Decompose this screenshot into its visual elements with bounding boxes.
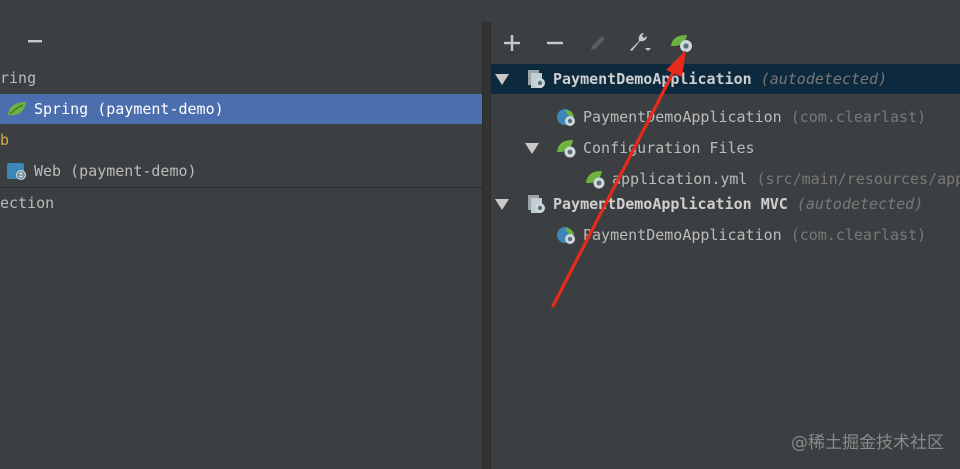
facet-item-label: Web (payment-demo) [34, 162, 197, 180]
watermark: @稀土掘金技术社区 [791, 433, 944, 453]
tree-path: (src/main/resources/app [756, 170, 960, 188]
spring-config-icon[interactable] [669, 30, 695, 56]
yml-config-icon [584, 168, 606, 190]
tree-row-context-1[interactable]: PaymentDemoApplication (autodetected) [495, 64, 887, 94]
tree-label: PaymentDemoApplication [583, 108, 782, 126]
facet-group-web[interactable]: b [0, 125, 482, 155]
tree-row-config-files[interactable]: Configuration Files [525, 133, 755, 163]
facet-group-spring[interactable]: ring [0, 63, 482, 93]
panel-splitter[interactable] [482, 22, 491, 469]
expand-triangle-icon[interactable] [495, 73, 509, 85]
expand-triangle-icon[interactable] [495, 198, 509, 210]
spring-contexts-panel: PaymentDemoApplication (autodetected) Pa… [491, 22, 960, 469]
edit-icon[interactable] [585, 30, 611, 56]
facet-group-label: ection [0, 194, 55, 212]
tree-row-class-1[interactable]: PaymentDemoApplication (com.clearlast) [555, 102, 926, 132]
tree-package: (com.clearlast) [790, 226, 927, 244]
web-module-icon [6, 161, 28, 181]
spring-context-icon [525, 193, 547, 215]
spring-leaf-icon [6, 100, 28, 118]
facet-item-spring[interactable]: Spring (payment-demo) [0, 94, 482, 124]
tree-suffix: (autodetected) [796, 195, 924, 213]
minus-icon[interactable] [22, 28, 48, 54]
tree-label: Configuration Files [583, 139, 755, 157]
tree-row-context-2[interactable]: PaymentDemoApplication MVC (autodetected… [495, 189, 923, 219]
tree-row-class-2[interactable]: PaymentDemoApplication (com.clearlast) [555, 220, 926, 250]
spring-context-icon [525, 68, 547, 90]
remove-icon[interactable] [542, 30, 568, 56]
tree-package: (com.clearlast) [790, 108, 927, 126]
facet-group-label: ring [0, 69, 37, 87]
facet-group-detection[interactable]: ection [0, 188, 482, 218]
facet-item-web[interactable]: Web (payment-demo) [0, 156, 482, 186]
tree-label: PaymentDemoApplication [583, 226, 782, 244]
spring-boot-class-icon [555, 106, 577, 128]
tree-label: PaymentDemoApplication [553, 70, 752, 88]
expand-triangle-icon[interactable] [525, 142, 539, 154]
facet-group-label: b [0, 131, 10, 149]
facet-item-label: Spring (payment-demo) [34, 100, 224, 118]
facets-panel: ring Spring (payment-demo) b Web (paymen… [0, 0, 482, 469]
tree-suffix: (autodetected) [760, 70, 888, 88]
tree-label: PaymentDemoApplication MVC [553, 195, 788, 213]
config-files-icon [555, 137, 577, 159]
spring-boot-class-icon [555, 224, 577, 246]
tree-label: application.yml [612, 170, 748, 188]
wrench-icon[interactable] [627, 29, 653, 55]
add-icon[interactable] [499, 30, 525, 56]
